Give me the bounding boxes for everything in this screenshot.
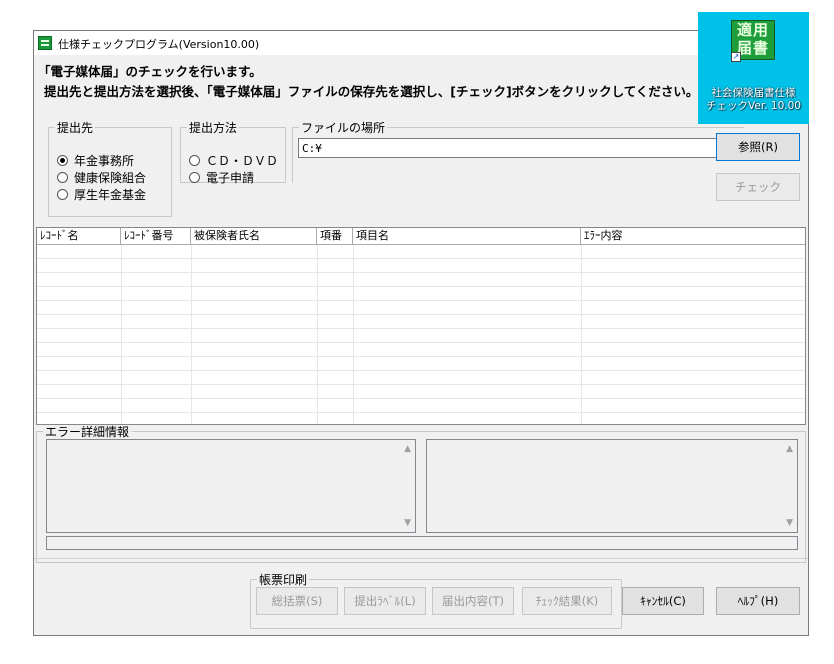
radio-method-e-application[interactable]: 電子申請 xyxy=(189,169,254,185)
desktop-shortcut-tile[interactable]: 適用 届書 ↗ 社会保険届書仕様 チェックVer. 10.00 xyxy=(698,12,809,124)
radio-button[interactable] xyxy=(189,171,200,183)
method-group: 提出方法 ＣＤ・ＤＶＤ 電子申請 xyxy=(180,119,286,185)
check-button[interactable]: チェック xyxy=(716,173,800,201)
radio-destination-pension-office[interactable]: 年金事務所 xyxy=(57,152,134,168)
grid-cell-lines xyxy=(37,245,805,424)
radio-button[interactable] xyxy=(189,154,200,166)
instruction-line-2: 提出先と提出方法を選択後、「電子媒体届」ファイルの保存先を選択し、[チェック]ボ… xyxy=(44,84,699,99)
col-record-number[interactable]: ﾚｺｰﾄﾞ番号 xyxy=(121,228,191,244)
radio-label: 厚生年金基金 xyxy=(74,187,147,202)
radio-button[interactable] xyxy=(57,171,68,183)
cancel-button[interactable]: ｷｬﾝｾﾙ(C) xyxy=(622,587,704,615)
shortcut-arrow-icon: ↗ xyxy=(731,52,741,62)
grid-header: ﾚｺｰﾄﾞ名 ﾚｺｰﾄﾞ番号 被保険者氏名 項番 項目名 ｴﾗｰ内容 xyxy=(37,228,805,245)
error-detail-legend: エラー詳細情報 xyxy=(45,425,130,439)
radio-destination-pension-fund[interactable]: 厚生年金基金 xyxy=(57,186,146,202)
radio-method-cd-dvd[interactable]: ＣＤ・ＤＶＤ xyxy=(189,152,278,168)
destination-group: 提出先 年金事務所 健康保険組合 厚生年金基金 xyxy=(48,119,172,217)
window-title: 仕様チェックプログラム(Version10.00) xyxy=(58,38,260,51)
app-window: 仕様チェックプログラム(Version10.00) 「電子媒体届」のチェックを行… xyxy=(33,30,809,636)
radio-button[interactable] xyxy=(57,188,68,200)
col-item-name[interactable]: 項目名 xyxy=(353,228,581,244)
col-record-name[interactable]: ﾚｺｰﾄﾞ名 xyxy=(37,228,121,244)
shortcut-label: 社会保険届書仕様 チェックVer. 10.00 xyxy=(698,87,809,113)
app-icon xyxy=(38,36,52,50)
radio-label: ＣＤ・ＤＶＤ xyxy=(206,153,279,168)
results-grid[interactable]: ﾚｺｰﾄﾞ名 ﾚｺｰﾄﾞ番号 被保険者氏名 項番 項目名 ｴﾗｰ内容 xyxy=(36,227,806,425)
shortcut-label-line-2: チェックVer. 10.00 xyxy=(706,100,801,112)
shortcut-label-line-1: 社会保険届書仕様 xyxy=(711,87,796,99)
file-path-input[interactable]: C:¥ xyxy=(298,138,738,158)
radio-label: 年金事務所 xyxy=(74,153,135,168)
submission-label-button[interactable]: 提出ﾗﾍﾞﾙ(L) xyxy=(344,587,426,615)
radio-button-checked[interactable] xyxy=(57,154,68,166)
radio-label: 健康保険組合 xyxy=(74,170,147,185)
scroll-up-icon[interactable]: ▲ xyxy=(404,444,411,454)
summary-sheet-button[interactable]: 総括票(S) xyxy=(256,587,338,615)
check-result-button[interactable]: ﾁｪｯｸ結果(K) xyxy=(522,587,612,615)
col-error-content[interactable]: ｴﾗｰ内容 xyxy=(581,228,805,244)
error-detail-right-textarea[interactable]: ▲ ▼ xyxy=(426,439,798,533)
instruction-line-1: 「電子媒体届」のチェックを行います。 xyxy=(38,64,262,79)
divider xyxy=(34,558,808,559)
status-strip xyxy=(46,536,798,550)
scroll-down-icon[interactable]: ▼ xyxy=(404,518,411,528)
method-legend: 提出方法 xyxy=(189,121,238,135)
col-item-number[interactable]: 項番 xyxy=(317,228,353,244)
report-print-legend: 帳票印刷 xyxy=(259,573,308,587)
radio-label: 電子申請 xyxy=(206,170,255,185)
shortcut-icon-text-1: 適用 xyxy=(736,21,769,39)
scroll-up-icon[interactable]: ▲ xyxy=(786,444,793,454)
help-button[interactable]: ﾍﾙﾌﾟ(H) xyxy=(716,587,800,615)
destination-legend: 提出先 xyxy=(57,121,94,135)
col-insured-name[interactable]: 被保険者氏名 xyxy=(191,228,317,244)
file-location-legend: ファイルの場所 xyxy=(301,121,386,135)
browse-button[interactable]: 参照(R) xyxy=(716,133,800,161)
error-detail-left-textarea[interactable]: ▲ ▼ xyxy=(46,439,416,533)
radio-destination-health-insurance[interactable]: 健康保険組合 xyxy=(57,169,146,185)
notification-content-button[interactable]: 届出内容(T) xyxy=(432,587,514,615)
scroll-down-icon[interactable]: ▼ xyxy=(786,518,793,528)
title-bar: 仕様チェックプログラム(Version10.00) xyxy=(34,31,808,55)
